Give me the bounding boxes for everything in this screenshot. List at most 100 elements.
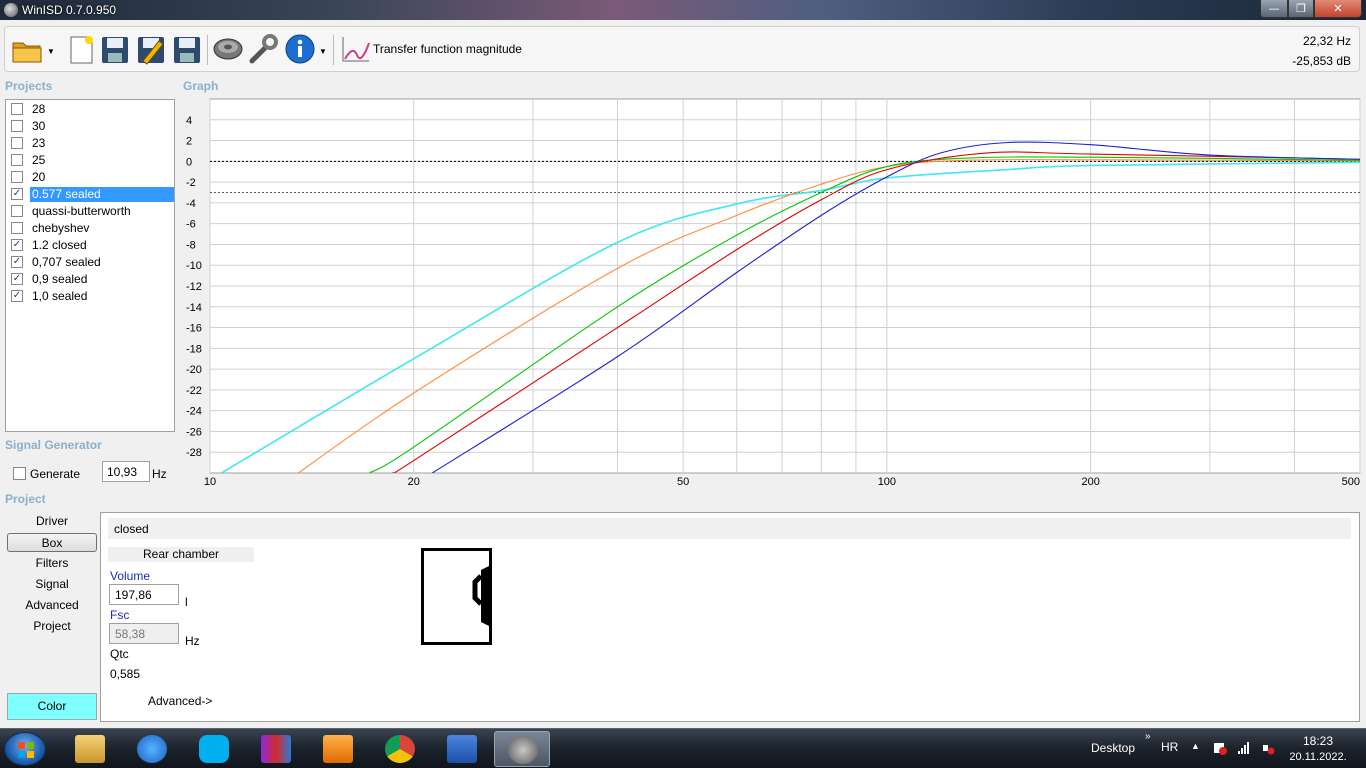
project-checkbox[interactable]: [11, 205, 23, 217]
desktop-toolbar-label[interactable]: Desktop: [1091, 741, 1135, 755]
project-list-item[interactable]: quassi-butterworth: [6, 203, 174, 220]
y-tick-label: 2: [186, 136, 192, 148]
info-dropdown-arrow[interactable]: ▼: [319, 47, 327, 56]
y-tick-label: -6: [186, 219, 196, 231]
project-label: 30: [32, 119, 46, 133]
project-label: 1,0 sealed: [32, 289, 88, 303]
project-list-item[interactable]: 20: [6, 169, 174, 186]
advanced-link[interactable]: Advanced->: [148, 694, 212, 708]
volume-label: Volume: [110, 569, 151, 583]
save-all-icon[interactable]: [171, 33, 203, 65]
project-label: 0.577 sealed: [30, 187, 174, 202]
graph-type-label[interactable]: Transfer function magnitude: [373, 42, 522, 56]
network-icon[interactable]: [1237, 741, 1251, 755]
x-tick-label: 20: [408, 476, 420, 488]
box-type-field[interactable]: closed: [108, 518, 1351, 539]
close-button[interactable]: ✕: [1314, 0, 1362, 18]
tools-wrench-icon[interactable]: [248, 33, 280, 65]
chrome-icon[interactable]: [372, 731, 428, 767]
y-tick-label: -28: [186, 447, 202, 459]
fsc-input: 58,38: [109, 623, 179, 644]
action-center-icon[interactable]: [1213, 741, 1227, 755]
language-indicator[interactable]: HR: [1161, 740, 1178, 754]
project-checkbox[interactable]: [11, 120, 23, 132]
clock-time[interactable]: 18:23: [1292, 734, 1344, 748]
generator-frequency-input[interactable]: 10,93: [102, 461, 150, 482]
projects-heading: Projects: [5, 79, 53, 93]
project-label: 0,9 sealed: [32, 272, 88, 286]
graph-icon[interactable]: [339, 33, 371, 65]
enclosure-diagram: [421, 548, 492, 645]
project-checkbox[interactable]: ✓: [11, 290, 23, 302]
project-checkbox[interactable]: [11, 171, 23, 183]
winrar-icon[interactable]: [248, 731, 304, 767]
y-tick-label: -10: [186, 260, 202, 272]
taskbar: Desktop » HR ▲ 18:23 20.11.2022.: [0, 728, 1366, 768]
clock-date[interactable]: 20.11.2022.: [1286, 751, 1350, 763]
project-checkbox[interactable]: [11, 222, 23, 234]
project-list-item[interactable]: ✓ 0,9 sealed: [6, 271, 174, 288]
project-checkbox[interactable]: [11, 137, 23, 149]
project-list-item[interactable]: ✓ 0.577 sealed: [6, 186, 174, 203]
volume-icon[interactable]: [1261, 741, 1275, 755]
fsc-label: Fsc: [110, 608, 130, 622]
windows-logo-icon: [18, 742, 34, 758]
project-label: chebyshev: [32, 221, 90, 235]
info-icon[interactable]: [284, 33, 316, 65]
word-icon[interactable]: [434, 731, 490, 767]
winisd-icon[interactable]: [494, 731, 550, 767]
project-checkbox[interactable]: [11, 103, 23, 115]
transfer-function-graph[interactable]: 420-2-4-6-8-10-12-14-16-18-20-22-24-26-2…: [180, 98, 1362, 490]
generate-checkbox[interactable]: [13, 467, 26, 480]
project-list-item[interactable]: 28: [6, 101, 174, 118]
nav-project[interactable]: Project: [7, 617, 97, 636]
nav-filters[interactable]: Filters: [7, 554, 97, 573]
generator-frequency-unit: Hz: [152, 467, 167, 481]
project-list-item[interactable]: ✓ 1,0 sealed: [6, 288, 174, 305]
edit-save-icon[interactable]: [135, 33, 167, 65]
project-list-item[interactable]: 30: [6, 118, 174, 135]
toolbar-chevron[interactable]: »: [1145, 731, 1151, 742]
explorer-icon[interactable]: [62, 731, 118, 767]
maximize-button[interactable]: ❐: [1288, 0, 1314, 18]
media-player-icon[interactable]: [310, 731, 366, 767]
start-button[interactable]: [4, 732, 46, 766]
y-tick-label: -16: [186, 323, 202, 335]
project-checkbox[interactable]: ✓: [11, 188, 23, 200]
generate-label: Generate: [30, 467, 81, 481]
project-list-item[interactable]: chebyshev: [6, 220, 174, 237]
skype-icon[interactable]: [186, 731, 242, 767]
graph-heading: Graph: [183, 79, 219, 93]
fsc-unit: Hz: [185, 634, 200, 648]
open-dropdown-arrow[interactable]: ▼: [47, 47, 55, 56]
minimize-button[interactable]: —: [1260, 0, 1288, 18]
nav-signal[interactable]: Signal: [7, 575, 97, 594]
color-button[interactable]: Color: [7, 693, 97, 720]
show-hidden-icons-button[interactable]: ▲: [1191, 741, 1200, 751]
x-tick-label: 200: [1081, 476, 1099, 488]
y-tick-label: -2: [186, 177, 196, 189]
save-icon[interactable]: [99, 33, 131, 65]
nav-advanced[interactable]: Advanced: [7, 596, 97, 615]
open-folder-icon[interactable]: [11, 33, 43, 65]
nav-driver[interactable]: Driver: [7, 512, 97, 531]
new-project-icon[interactable]: [65, 33, 97, 65]
project-list-item[interactable]: ✓ 1.2 closed: [6, 237, 174, 254]
project-checkbox[interactable]: ✓: [11, 273, 23, 285]
box-panel: closed Rear chamber Volume 197,86 l Fsc …: [100, 512, 1360, 722]
projects-list[interactable]: 28 30 23 25 20 ✓ 0.577 sealed quassi-butterwort…: [5, 99, 175, 432]
project-checkbox[interactable]: [11, 154, 23, 166]
driver-icon[interactable]: [212, 33, 244, 65]
project-label: 0,707 sealed: [32, 255, 101, 269]
project-checkbox[interactable]: ✓: [11, 256, 23, 268]
y-tick-label: 4: [186, 115, 192, 127]
project-checkbox[interactable]: ✓: [11, 239, 23, 251]
nav-box[interactable]: Box: [7, 533, 97, 552]
internet-explorer-icon[interactable]: [124, 731, 180, 767]
project-heading: Project: [5, 492, 46, 506]
project-list-item[interactable]: ✓ 0,707 sealed: [6, 254, 174, 271]
volume-input[interactable]: 197,86: [109, 584, 179, 605]
y-tick-label: -4: [186, 198, 196, 210]
project-list-item[interactable]: 23: [6, 135, 174, 152]
project-list-item[interactable]: 25: [6, 152, 174, 169]
